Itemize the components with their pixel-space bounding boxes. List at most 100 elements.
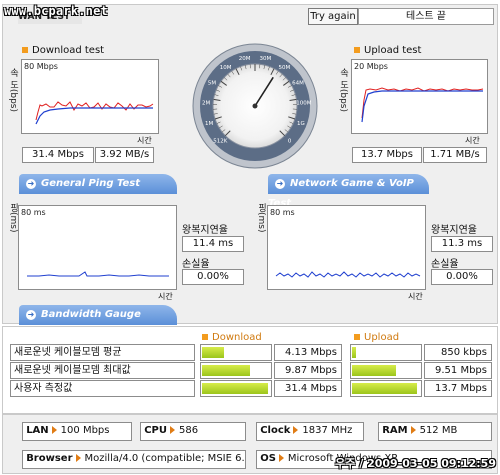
download-bar-fill [202,365,250,376]
download-bar [200,380,272,397]
gauge-scale-label: 1M [205,121,213,127]
gauge-scale-label: 30M [260,56,272,62]
download-value: 31.4 Mbps [274,380,342,397]
upload-bar-fill [352,383,418,394]
upload-value: 13.7 Mbps [424,380,492,397]
upload-y-axis-label: 속 도(bps) [338,68,348,112]
game-graph: 80 ms [267,205,426,290]
bandwidth-gauge-tab[interactable]: ➜ Bandwidth Gauge [19,305,177,325]
gauge-scale-label: 100M [296,101,311,107]
network-game-voip-tab[interactable]: ➜ Network Game & VoIP Test [268,174,429,209]
gauge-scale-label: 64M [292,81,304,87]
bullet-icon [354,334,360,340]
upload-x-axis-label: 시간 [465,136,480,145]
arrow-icon [51,426,57,434]
download-bar [200,362,272,379]
clock-key: Clock [260,425,291,436]
game-latency-value: 11.3 ms [431,236,493,252]
bandwidth-row-label: 사용자 측정값 [10,380,195,397]
gauge-scale-label: 1G [297,121,305,127]
speed-gauge: 512K 1M 2M 5M 10M 20M 30M 50M 64M 100M 1G 0 [192,43,318,169]
ping-plot [27,271,169,277]
bandwidth-upload-header: Upload [354,332,399,343]
browser-value: Mozilla/4.0 (compatible; MSIE 6.0 [84,453,246,464]
ping-x-axis-label: 시간 [158,292,173,301]
arrow-right-icon: ➜ [275,179,285,189]
download-x-axis-label: 시간 [137,136,152,145]
gauge-scale-label: 5M [208,81,216,87]
browser-key: Browser [26,453,73,464]
upload-mbs-value: 1.71 MB/s [423,147,487,163]
ram-value: 512 MB [419,425,458,436]
upload-bar [350,344,422,361]
bandwidth-download-header: Download [202,332,262,343]
general-ping-test-tab[interactable]: ➜ General Ping Test [19,174,177,194]
gauge-scale-label: 0 [288,139,292,145]
capture-stamp: 우주 / 2009-03-05 09:12:59 [335,457,496,470]
download-graph: 80 Mbps [21,59,159,134]
try-again-button[interactable]: Try again [308,8,358,25]
gauge-scale-label: 512K [213,139,227,145]
arrow-icon [75,454,81,462]
ping-latency-label: 왕복지연율 [182,225,228,236]
gauge-scale-label: 50M [278,65,290,71]
arrow-icon [278,454,284,462]
arrow-icon [169,426,175,434]
game-plot [275,271,421,278]
cpu-info: CPU 586 [140,422,246,441]
test-status-field: 테스트 끝 [358,8,494,25]
upload-bar [350,380,422,397]
upload-bar [350,362,422,379]
site-watermark: www.bcpark.net [4,4,108,18]
game-loss-label: 손실율 [431,259,459,270]
bullet-icon [22,47,28,53]
ping-latency-value: 11.4 ms [182,236,244,252]
download-y-axis-label: 속 도(bps) [8,68,18,112]
gauge-scale-label: 2M [202,101,210,107]
browser-info: Browser Mozilla/4.0 (compatible; MSIE 6.0 [22,450,246,469]
gauge-scale-label: 20M [239,56,251,62]
arrow-icon [293,426,299,434]
clock-value: 1837 MHz [302,425,353,436]
lan-key: LAN [26,425,49,436]
arrow-right-icon: ➜ [26,179,36,189]
lan-value: 100 Mbps [60,425,110,436]
download-mbps-value: 31.4 Mbps [22,147,94,163]
download-mbs-value: 3.92 MB/s [95,147,154,163]
bullet-icon [202,334,208,340]
upload-mbps-value: 13.7 Mbps [352,147,422,163]
game-latency-label: 왕복지연율 [431,225,477,236]
ram-info: RAM 512 MB [378,422,492,441]
game-x-axis-label: 시간 [408,292,423,301]
arrow-right-icon: ➜ [26,310,36,320]
bullet-icon [354,47,360,53]
upload-value: 9.51 Mbps [424,362,492,379]
upload-test-title: Upload test [354,45,421,56]
download-test-title: Download test [22,45,104,56]
game-loss-value: 0.00% [431,269,493,285]
upload-bar-fill [352,347,357,358]
cpu-value: 586 [178,425,199,436]
download-value: 9.87 Mbps [274,362,342,379]
upload-value: 850 kbps [424,344,492,361]
cpu-key: CPU [144,425,167,436]
ping-loss-value: 0.00% [182,269,244,285]
clock-info: Clock 1837 MHz [256,422,364,441]
ram-key: RAM [382,425,408,436]
download-bar-fill [202,383,268,394]
upload-bar-fill [352,365,397,376]
bandwidth-row-label: 새로운넷 케이블모뎀 평균 [10,344,195,361]
gauge-scale-label: 10M [220,65,232,71]
lan-info: LAN 100 Mbps [22,422,132,441]
ping-graph: 80 ms [18,205,177,290]
bandwidth-row-label: 새로운넷 케이블모뎀 최대값 [10,362,195,379]
upload-plot [361,87,484,123]
os-key: OS [260,453,276,464]
download-bar-fill [202,347,224,358]
upload-graph: 20 Mbps [351,59,488,134]
arrow-icon [410,426,416,434]
download-value: 4.13 Mbps [274,344,342,361]
ping-loss-label: 손실율 [182,259,210,270]
download-plot [35,101,154,125]
download-bar [200,344,272,361]
